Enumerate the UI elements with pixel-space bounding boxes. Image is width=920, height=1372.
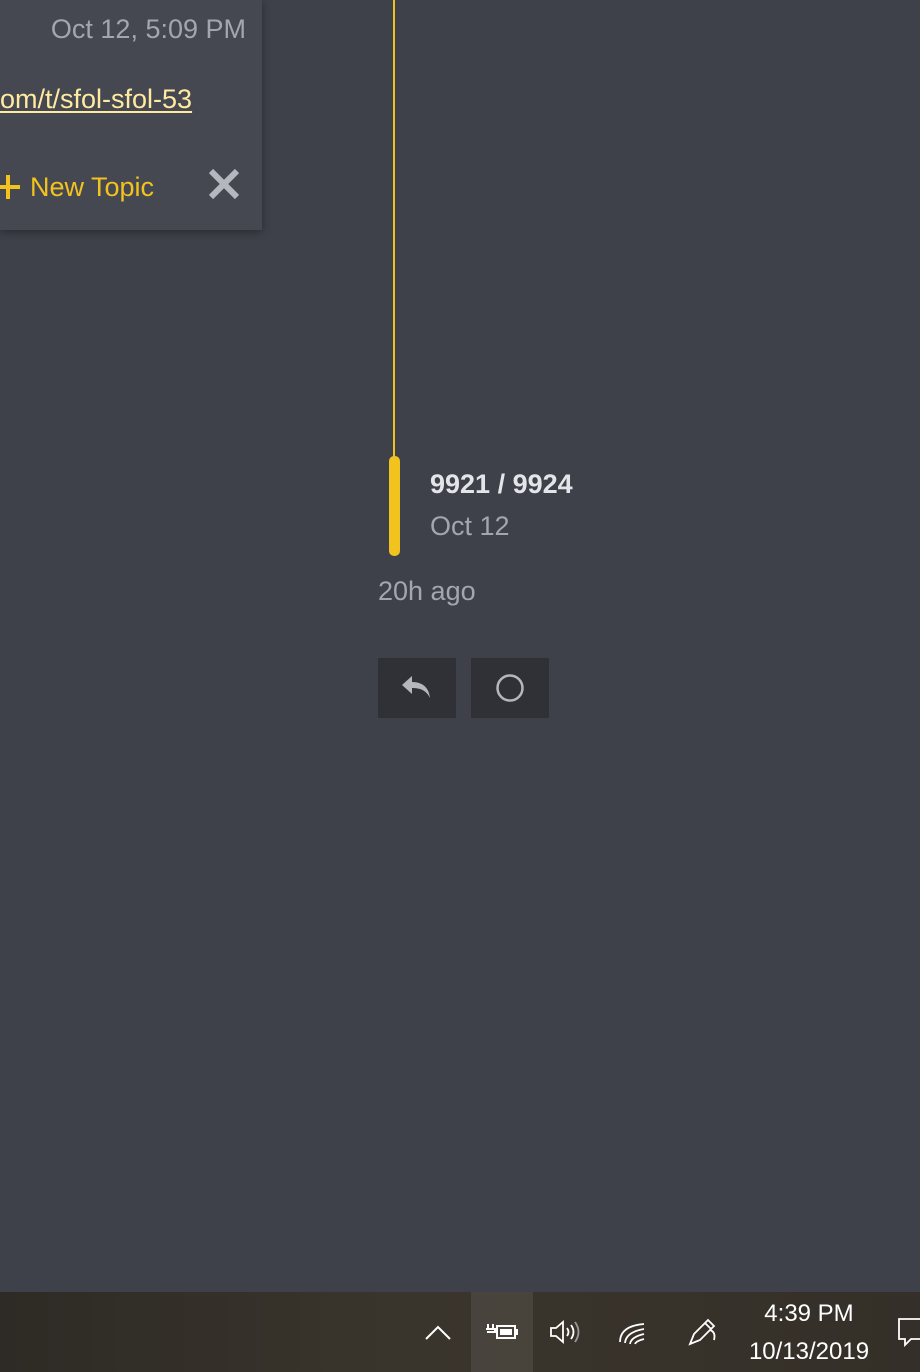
volume-icon [550, 1320, 580, 1344]
pen-icon [688, 1318, 716, 1346]
taskbar-clock[interactable]: 4:39 PM 10/13/2019 [742, 1292, 876, 1372]
windows-ink-tray-button[interactable] [678, 1292, 728, 1372]
reply-button[interactable] [378, 658, 456, 718]
timeline-last-activity[interactable]: 20h ago [378, 576, 476, 607]
clock-date: 10/13/2019 [748, 1338, 870, 1365]
windows-taskbar: 4:39 PM 10/13/2019 [0, 1292, 920, 1372]
page: Oct 12, 5:09 PM om/t/sfol-sfol-53 New To… [0, 0, 920, 1372]
share-post-date: Oct 12, 5:09 PM [50, 14, 246, 44]
timeline-track [393, 0, 395, 460]
timeline-progress: 9921 / 9924 [430, 469, 573, 499]
volume-tray-button[interactable] [540, 1292, 590, 1372]
close-button[interactable] [206, 166, 242, 202]
battery-tray-button[interactable] [471, 1292, 533, 1372]
share-popup: Oct 12, 5:09 PM om/t/sfol-sfol-53 New To… [0, 0, 262, 230]
timeline-scroll-handle[interactable] [389, 456, 400, 556]
reply-icon [402, 676, 430, 698]
notification-status-button[interactable] [471, 658, 549, 718]
close-icon [208, 168, 240, 200]
action-center-button[interactable] [892, 1292, 920, 1372]
notification-icon [898, 1318, 920, 1348]
share-link[interactable]: om/t/sfol-sfol-53 [0, 84, 245, 115]
plus-icon [0, 170, 22, 204]
chevron-up-icon [425, 1325, 451, 1340]
new-topic-label: New Topic [30, 171, 155, 202]
new-topic-button[interactable]: New Topic [0, 170, 154, 204]
power-battery-icon [486, 1324, 518, 1339]
clock-time: 4:39 PM [764, 1300, 854, 1327]
timeline-date: Oct 12 [430, 511, 510, 541]
network-icon [619, 1323, 645, 1345]
show-hidden-icons-button[interactable] [416, 1292, 460, 1372]
circle-icon [496, 674, 524, 702]
network-tray-button[interactable] [608, 1292, 658, 1372]
